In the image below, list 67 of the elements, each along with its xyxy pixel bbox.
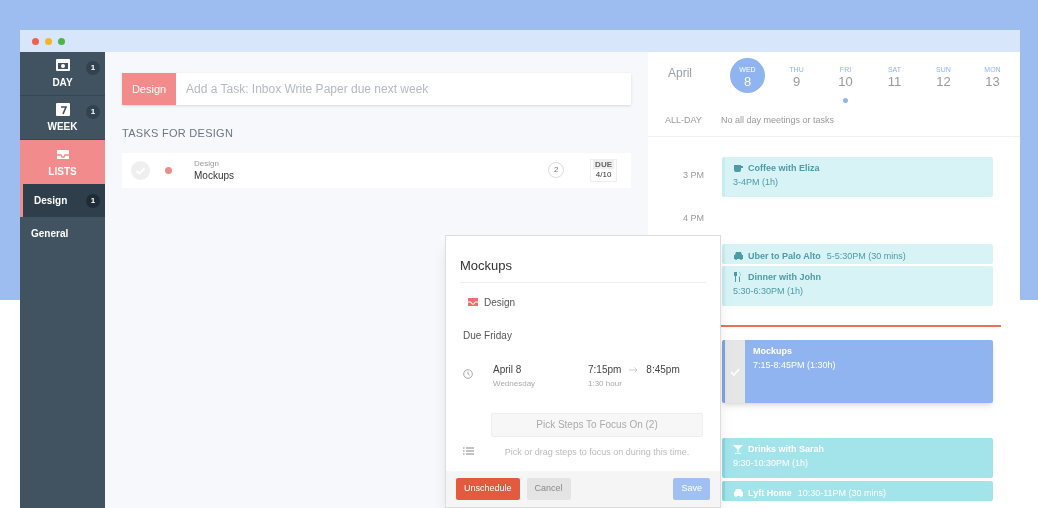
event-title: Lyft Home bbox=[748, 487, 792, 500]
popup-weekday: Wednesday bbox=[493, 377, 537, 390]
clock-icon bbox=[463, 368, 473, 379]
nav-label: WEEK bbox=[47, 120, 78, 134]
popup-duration: 1:30 hour bbox=[588, 377, 623, 390]
start-time: 7:15pm bbox=[588, 362, 622, 377]
calendar-event[interactable]: Uber to Palo Alto 5-5:30PM (30 mins) bbox=[722, 244, 993, 264]
steps-dropdown[interactable]: Pick Steps To Focus On (2) bbox=[491, 412, 703, 437]
task-input[interactable]: Add a Task: Inbox Write Paper due next week bbox=[176, 73, 631, 105]
event-time: 5:30-6:30PM (1h) bbox=[733, 285, 805, 298]
end-time: 8:45pm bbox=[646, 362, 680, 377]
due-text: Due Friday bbox=[462, 328, 513, 343]
popup-button[interactable]: Save bbox=[673, 478, 710, 500]
list-label: Design bbox=[34, 194, 68, 208]
popup-title: Mockups bbox=[460, 256, 706, 283]
count-badge: 1 bbox=[86, 194, 100, 208]
arrow-icon bbox=[629, 366, 639, 373]
list-chip[interactable]: Design bbox=[122, 73, 176, 105]
maximize-icon[interactable] bbox=[58, 37, 65, 45]
fork-knife-icon bbox=[733, 272, 743, 282]
list-item[interactable]: Design 1 bbox=[20, 184, 105, 217]
count-badge: 1 bbox=[86, 61, 100, 75]
event-title: Coffee with Eliza bbox=[748, 162, 820, 175]
due-date: 4/10 bbox=[595, 168, 612, 181]
due-label: DUE bbox=[593, 159, 614, 169]
event-time: 9:30-10:30PM (1h) bbox=[733, 457, 810, 470]
task-row[interactable]: Design Mockups 2 DUE 4/10 bbox=[122, 152, 631, 188]
event-title: Drinks with Sarah bbox=[748, 443, 825, 456]
event-time: 5-5:30PM (30 mins) bbox=[826, 250, 906, 263]
section-title: TASKS FOR DESIGN bbox=[122, 126, 235, 141]
count-badge: 1 bbox=[86, 105, 100, 119]
month-label: April bbox=[668, 65, 693, 82]
nav-label: DAY bbox=[52, 76, 73, 90]
popup-button[interactable]: Cancel bbox=[526, 478, 571, 500]
close-icon[interactable] bbox=[32, 37, 39, 45]
car-icon bbox=[733, 251, 743, 261]
event-time: 7:15-8:45PM (1:30h) bbox=[753, 359, 837, 372]
popup-list-name: Design bbox=[484, 295, 516, 310]
hour-label: 3 PM bbox=[683, 169, 704, 182]
all-day-text: No all day meetings or tasks bbox=[721, 114, 835, 127]
calendar-event[interactable]: Dinner with John 5:30-6:30PM (1h) bbox=[722, 266, 993, 306]
event-time: 3-4PM (1h) bbox=[733, 176, 779, 189]
minimize-icon[interactable] bbox=[45, 37, 52, 45]
calendar-event[interactable]: Coffee with Eliza 3-4PM (1h) bbox=[722, 157, 993, 197]
calendar-icon bbox=[54, 57, 71, 73]
coffee-cup-icon bbox=[733, 163, 743, 173]
popup-button[interactable]: Unschedule bbox=[456, 478, 520, 500]
nav-tab[interactable]: LISTS bbox=[20, 140, 105, 184]
steps-hint: Pick or drag steps to focus on during this time. bbox=[504, 445, 690, 459]
car-icon bbox=[733, 488, 743, 498]
list-label: General bbox=[31, 227, 69, 241]
list-icon bbox=[463, 446, 474, 455]
checkmark-icon bbox=[730, 367, 740, 376]
event-time: 10:30-11PM (30 mins) bbox=[797, 487, 887, 500]
calendar-icon bbox=[54, 101, 71, 117]
hour-label: 4 PM bbox=[683, 212, 704, 225]
nav-label: LISTS bbox=[48, 164, 77, 179]
all-day-label: ALL-DAY bbox=[665, 114, 703, 127]
task-list-name: Design bbox=[194, 158, 220, 170]
event-title: Uber to Palo Alto bbox=[748, 250, 821, 263]
calendar-event[interactable]: Mockups 7:15-8:45PM (1:30h) bbox=[722, 340, 993, 403]
event-title: Dinner with John bbox=[748, 271, 821, 284]
cocktail-glass-icon bbox=[733, 444, 743, 454]
event-title: Mockups bbox=[753, 345, 792, 358]
popup-date: April 8 bbox=[493, 362, 523, 377]
task-title: Mockups bbox=[194, 170, 235, 182]
inbox-icon bbox=[468, 298, 478, 306]
